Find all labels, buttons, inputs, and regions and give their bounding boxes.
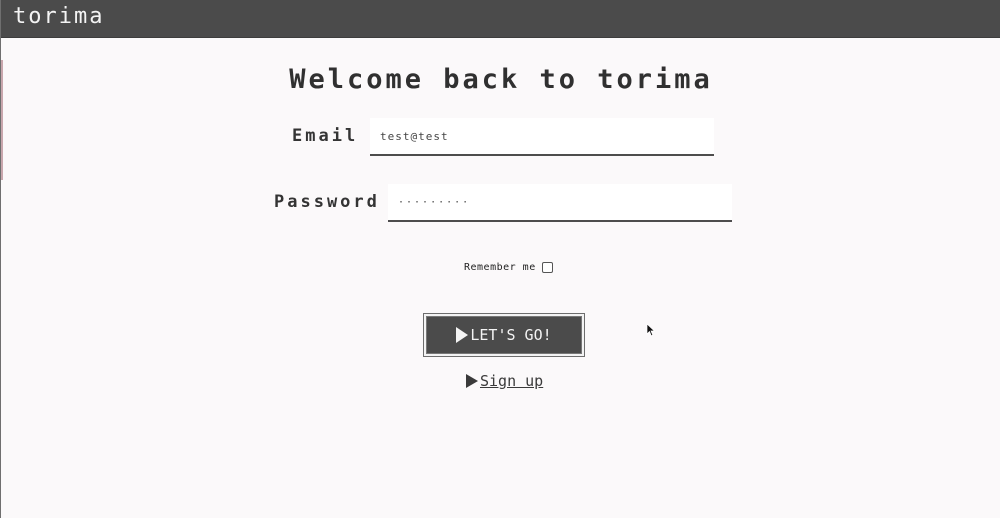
remember-me-checkbox[interactable] <box>541 262 553 273</box>
email-label: Email <box>292 126 359 146</box>
submit-button-label: LET'S GO! <box>470 326 552 344</box>
remember-me-label: Remember me <box>464 262 536 273</box>
email-field[interactable] <box>370 118 714 156</box>
play-icon <box>456 327 469 343</box>
password-label: Password <box>274 192 380 212</box>
mouse-cursor-icon <box>646 323 656 337</box>
page-title: Welcome back to torima <box>289 64 713 96</box>
submit-button[interactable]: LET'S GO! <box>423 313 585 357</box>
remember-me-control[interactable]: Remember me <box>464 262 553 273</box>
brand-logo-text[interactable]: torima <box>13 4 104 29</box>
signup-link[interactable]: Sign up <box>466 372 543 390</box>
login-page: torima Welcome back to torima Email Pass… <box>0 0 1000 518</box>
play-icon <box>466 374 478 388</box>
signup-link-label: Sign up <box>480 372 544 390</box>
top-bar: torima <box>1 0 1000 38</box>
password-field[interactable] <box>388 184 732 222</box>
